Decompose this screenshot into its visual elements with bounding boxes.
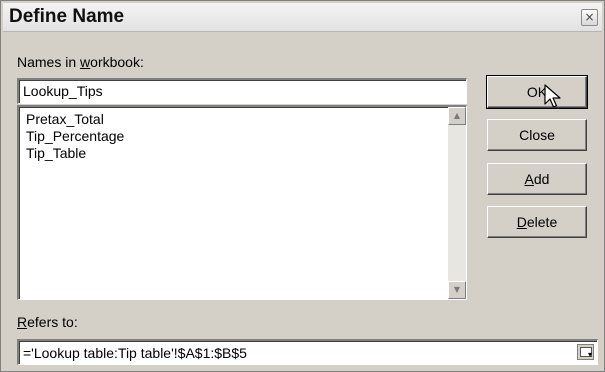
define-name-dialog: Define Name × Names in workbook: Lookup_… bbox=[0, 0, 605, 372]
close-icon[interactable]: × bbox=[581, 9, 598, 26]
name-input[interactable]: Lookup_Tips bbox=[17, 78, 467, 104]
scroll-down-arrow-icon[interactable]: ▼ bbox=[448, 281, 466, 299]
list-item[interactable]: Tip_Table bbox=[26, 145, 124, 162]
delete-button[interactable]: Delete bbox=[487, 206, 587, 238]
names-list: Pretax_Total Tip_Percentage Tip_Table bbox=[26, 111, 124, 162]
refers-to-input[interactable]: ='Lookup table:Tip table'!$A$1:$B$5 ▾ bbox=[17, 339, 598, 365]
list-item[interactable]: Pretax_Total bbox=[26, 111, 124, 128]
add-button[interactable]: Add bbox=[487, 163, 587, 195]
collapse-dialog-icon[interactable]: ▾ bbox=[577, 344, 594, 360]
vertical-scrollbar[interactable]: ▲ ▼ bbox=[448, 107, 466, 299]
names-in-workbook-label: Names in workbook: bbox=[17, 54, 144, 70]
title-bar[interactable]: Define Name × bbox=[3, 3, 602, 32]
mouse-pointer-icon bbox=[544, 84, 561, 108]
names-listbox[interactable]: Pretax_Total Tip_Percentage Tip_Table ▲ … bbox=[17, 105, 467, 300]
refers-to-label: Refers to: bbox=[17, 314, 78, 330]
list-item[interactable]: Tip_Percentage bbox=[26, 128, 124, 145]
close-button[interactable]: Close bbox=[487, 119, 587, 151]
scroll-up-arrow-icon[interactable]: ▲ bbox=[448, 107, 466, 125]
dialog-title: Define Name bbox=[9, 6, 125, 27]
ok-button[interactable]: OK bbox=[486, 75, 588, 109]
refers-to-value: ='Lookup table:Tip table'!$A$1:$B$5 bbox=[23, 345, 247, 361]
